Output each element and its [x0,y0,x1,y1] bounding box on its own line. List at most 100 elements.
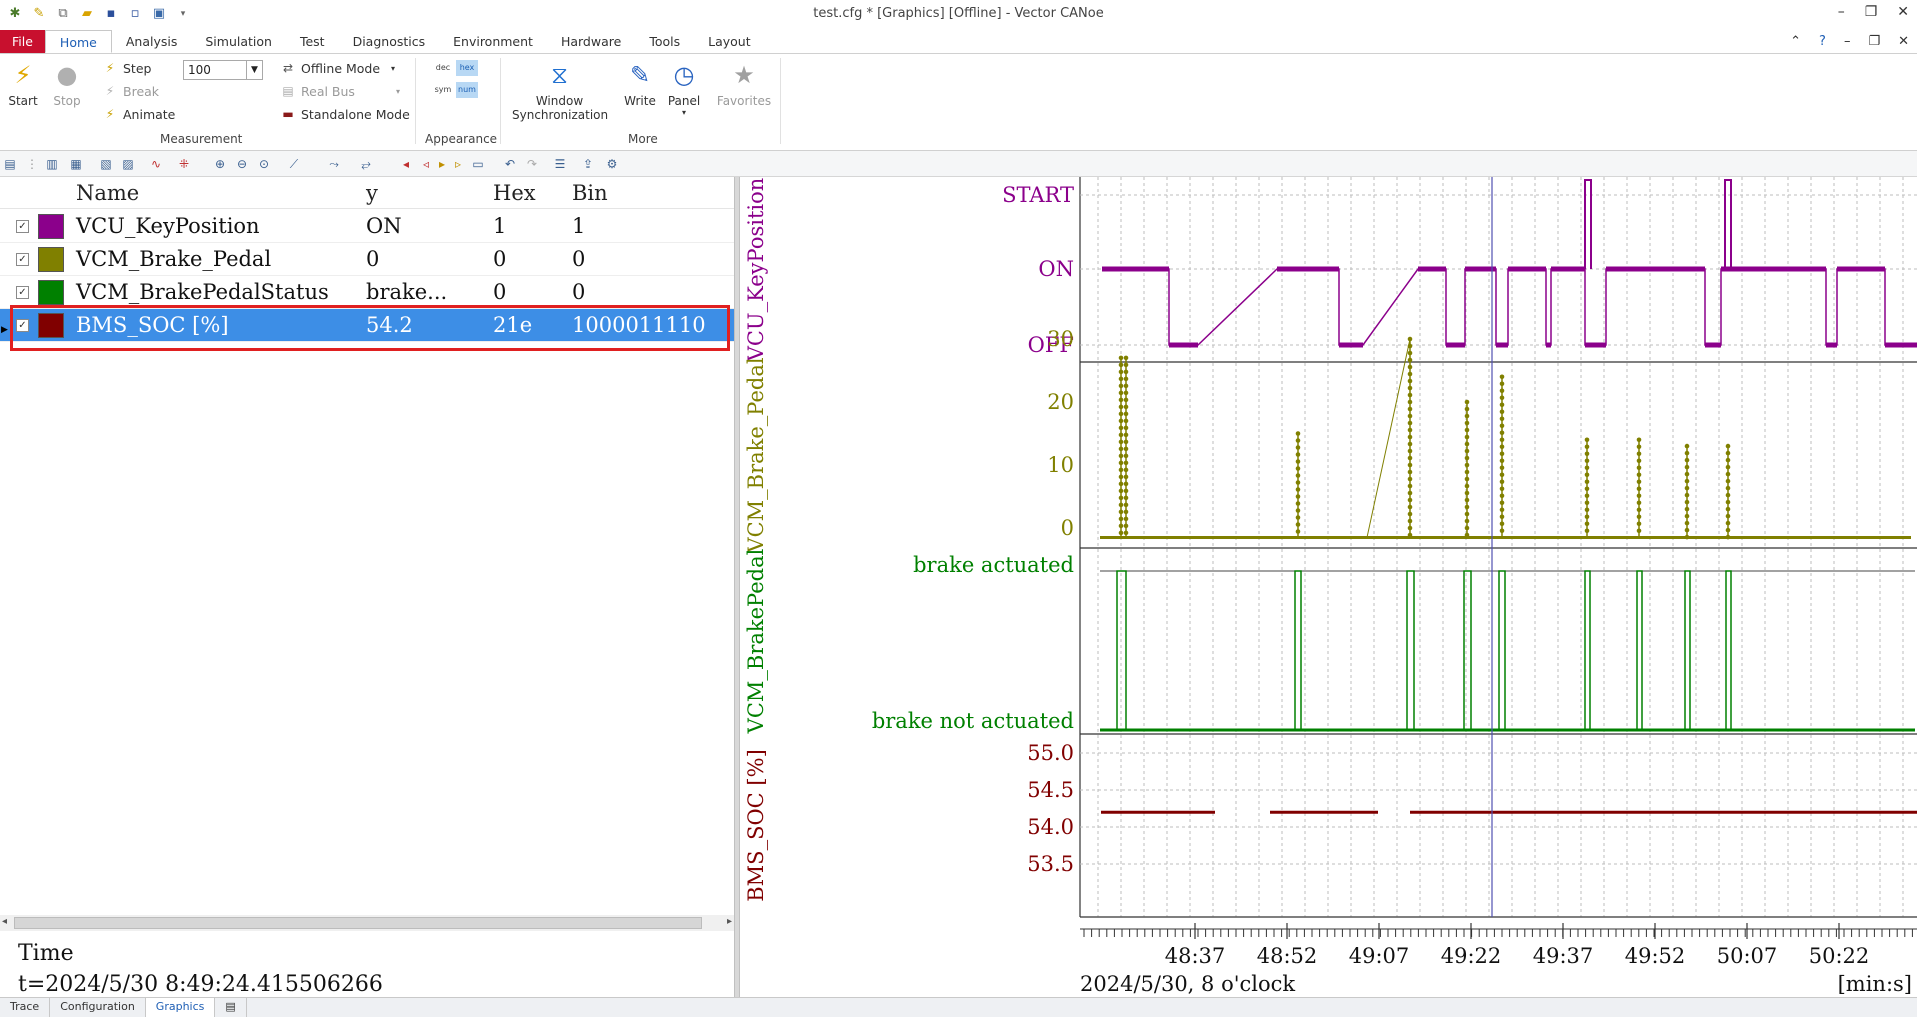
favorites-button[interactable]: ★ Favorites [716,60,772,108]
redo-icon[interactable]: ↷ [524,156,540,172]
step-forward-small-icon[interactable]: ▹ [450,156,466,172]
header-y[interactable]: y [366,181,378,205]
collapse-ribbon-icon[interactable]: ⌃ [1790,34,1801,49]
brake-pedal-point [1725,513,1731,519]
close-icon[interactable]: ✕ [1897,4,1909,20]
break-button[interactable]: ⚡ Break [102,83,159,99]
chart-icon[interactable]: ▧ [98,156,114,172]
tab-tools[interactable]: Tools [635,30,694,53]
format-sym-button[interactable]: sym [432,82,454,98]
stop-button[interactable]: ● Stop [50,60,84,108]
signal-color-swatch[interactable] [38,247,64,272]
star-icon: ★ [733,61,755,89]
real-bus-button[interactable]: ▤ Real Bus ▾ [280,83,400,99]
chevron-down-icon[interactable]: ▼ [246,61,262,79]
step-back-small-icon[interactable]: ◃ [418,156,434,172]
close-doc-icon[interactable]: ✕ [1898,34,1909,49]
measure-icon[interactable]: ⟋ [286,156,302,172]
cursor-icon[interactable]: ⤳ [326,156,342,172]
signal-name: VCU_KeyPosition [76,214,260,238]
zoom-out-icon[interactable]: ⊖ [234,156,250,172]
brake-pedal-point [1295,480,1301,485]
start-button[interactable]: ⚡ Start [6,60,40,108]
format-num-button[interactable]: num [456,82,478,98]
real-bus-label: Real Bus [301,83,355,99]
format-dec-button[interactable]: dec [432,60,454,76]
signal-color-swatch[interactable] [38,313,64,338]
format-hex-button[interactable]: hex [456,60,478,76]
signal-visible-checkbox[interactable]: ✓ [16,220,29,233]
brake-pedal-point [1725,464,1731,470]
signal-row-vcu-keyposition[interactable]: ✓ VCU_KeyPosition ON 1 1 [0,210,734,243]
chevron-down-icon[interactable]: ▾ [396,87,400,96]
step-forward-icon[interactable]: ▸ [434,156,450,172]
signal-color-swatch[interactable] [38,214,64,239]
wave-icon[interactable]: ∿ [148,156,164,172]
tab-extra-icon[interactable]: ▤ [215,998,247,1017]
tab-layout[interactable]: Layout [694,30,765,53]
signal-visible-checkbox[interactable]: ✓ [16,319,29,332]
minimize-doc-icon[interactable]: – [1844,34,1851,49]
tab-environment[interactable]: Environment [439,30,547,53]
tab-configuration[interactable]: Configuration [50,998,146,1017]
scroll-left-icon[interactable]: ◂ [2,916,7,927]
tab-trace[interactable]: Trace [0,998,51,1017]
zoom-in-icon[interactable]: ⊕ [212,156,228,172]
tab-graphics[interactable]: Graphics [145,998,216,1017]
speed-combo[interactable]: 100 ▼ [183,60,263,80]
markers-icon[interactable]: ⁜ [176,156,192,172]
header-bin[interactable]: Bin [572,181,608,205]
restore-doc-icon[interactable]: ❐ [1868,34,1880,49]
signal-layout-icon[interactable]: ▥ [44,156,60,172]
brake-pedal-point [1464,469,1470,475]
scroll-right-icon[interactable]: ▸ [727,916,732,927]
signal-color-swatch[interactable] [38,280,64,305]
step-back-icon[interactable]: ◂ [398,156,414,172]
panel-button[interactable]: ◷ Panel ▾ [664,60,704,117]
step-button[interactable]: ⚡ Step [102,60,152,76]
tab-diagnostics[interactable]: Diagnostics [339,30,440,53]
diff-cursor-icon[interactable]: ⥂ [358,156,374,172]
chevron-down-icon[interactable]: ▾ [664,108,704,117]
help-icon[interactable]: ? [1819,34,1826,49]
options-icon[interactable]: ⚙ [604,156,620,172]
window-icon[interactable]: ▭ [470,156,486,172]
signal-row-vcm-brakepedalstatus[interactable]: ✓ VCM_BrakePedalStatus brake... 0 0 [0,276,734,309]
signal-visible-checkbox[interactable]: ✓ [16,253,29,266]
brake-pedal-point [1123,467,1129,473]
header-name[interactable]: Name [76,181,139,205]
signal-visible-checkbox[interactable]: ✓ [16,286,29,299]
undo-icon[interactable]: ↶ [502,156,518,172]
chart-svg[interactable]: VCU_KeyPositionVCM_Brake_PedalVCM_BrakeP… [740,177,1917,997]
scrollbar-thumb[interactable] [14,917,702,929]
header-hex[interactable]: Hex [493,181,536,205]
offline-mode-button[interactable]: ⇄ Offline Mode ▾ [280,60,395,76]
minimize-icon[interactable]: – [1838,4,1845,20]
tab-simulation[interactable]: Simulation [191,30,286,53]
restore-icon[interactable]: ❐ [1865,4,1878,20]
tab-home[interactable]: Home [44,30,112,53]
export-icon[interactable]: ⇪ [580,156,596,172]
layout-icon[interactable]: ▤ [2,156,18,172]
brake-status-pulse [1294,570,1302,730]
horizontal-scrollbar[interactable]: ◂ ▸ [0,915,734,931]
tab-file[interactable]: File [0,30,45,53]
animate-button[interactable]: ⚡ Animate [102,106,176,122]
chevron-down-icon[interactable]: ▾ [391,64,395,73]
window-sync-button[interactable]: ⧖ Window Synchronization [512,60,608,122]
signal-row-bms-soc[interactable]: ✓ BMS_SOC [%] 54.2 21e 1000011110 [0,309,734,342]
tab-analysis[interactable]: Analysis [112,30,192,53]
tab-hardware[interactable]: Hardware [547,30,635,53]
graphics-chart[interactable]: VCU_KeyPosition VCM_Brake_Pedal VCM_BrakeP… [740,177,1917,997]
tab-test[interactable]: Test [286,30,339,53]
multi-chart-icon[interactable]: ▨ [120,156,136,172]
zoom-fit-icon[interactable]: ⊙ [256,156,272,172]
settings-icon[interactable]: ☰ [552,156,568,172]
signal-row-vcm-brake-pedal[interactable]: ✓ VCM_Brake_Pedal 0 0 0 [0,243,734,276]
animate-label: Animate [123,106,176,122]
brake-pedal-point [1499,409,1505,415]
write-button[interactable]: ✎ Write [620,60,660,108]
chart-columns-icon[interactable]: ▦ [68,156,84,172]
brake-pedal-point [1118,362,1124,368]
standalone-mode-button[interactable]: ▬ Standalone Mode [280,106,409,122]
